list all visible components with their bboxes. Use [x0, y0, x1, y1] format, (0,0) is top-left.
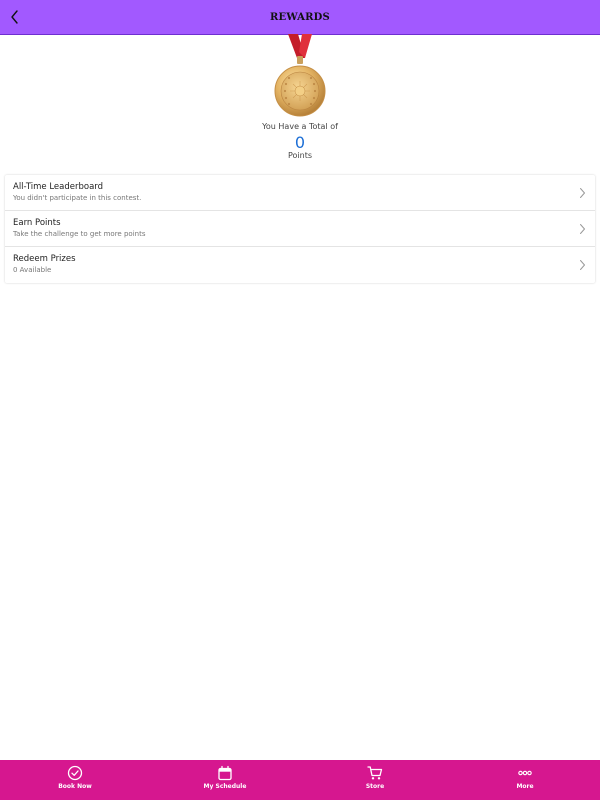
chevron-left-icon [11, 10, 18, 24]
tab-label: Store [365, 783, 385, 790]
tab-label: My Schedule [203, 783, 247, 790]
menu-item-title: Redeem Prizes [13, 254, 76, 264]
menu-item-earn-points[interactable]: Earn Points Take the challenge to get mo… [5, 211, 595, 247]
tab-label: Book Now [58, 783, 92, 790]
rewards-menu: All-Time Leaderboard You didn't particip… [5, 175, 595, 283]
cart-icon [367, 766, 383, 780]
back-button[interactable] [4, 5, 26, 29]
menu-item-subtitle: 0 Available [13, 266, 52, 274]
tab-store[interactable]: Store [300, 760, 450, 800]
tab-my-schedule[interactable]: My Schedule [150, 760, 300, 800]
calendar-icon [218, 765, 232, 781]
tab-more[interactable]: More [450, 760, 600, 800]
menu-item-subtitle: You didn't participate in this contest. [13, 194, 142, 202]
points-caption: You Have a Total of [262, 122, 338, 131]
tab-book-now[interactable]: Book Now [0, 760, 150, 800]
chevron-right-icon [580, 224, 585, 234]
menu-item-title: All-Time Leaderboard [13, 182, 104, 192]
chevron-right-icon [580, 260, 585, 270]
check-circle-icon [67, 765, 83, 781]
chevron-right-icon [580, 188, 585, 198]
page-title: REWARDS [270, 12, 330, 23]
menu-item-leaderboard[interactable]: All-Time Leaderboard You didn't particip… [5, 175, 595, 211]
points-label: Points [287, 151, 313, 160]
gold-medal-icon [272, 34, 328, 122]
bottom-tab-bar: Book Now My Schedule Store More [0, 760, 600, 800]
menu-item-redeem-prizes[interactable]: Redeem Prizes 0 Available [5, 247, 595, 283]
app-header: REWARDS [0, 0, 600, 35]
more-dots-icon [518, 770, 532, 776]
menu-item-subtitle: Take the challenge to get more points [13, 230, 146, 238]
menu-item-title: Earn Points [13, 218, 61, 228]
tab-label: More [516, 783, 534, 790]
points-total: 0 [294, 133, 306, 152]
